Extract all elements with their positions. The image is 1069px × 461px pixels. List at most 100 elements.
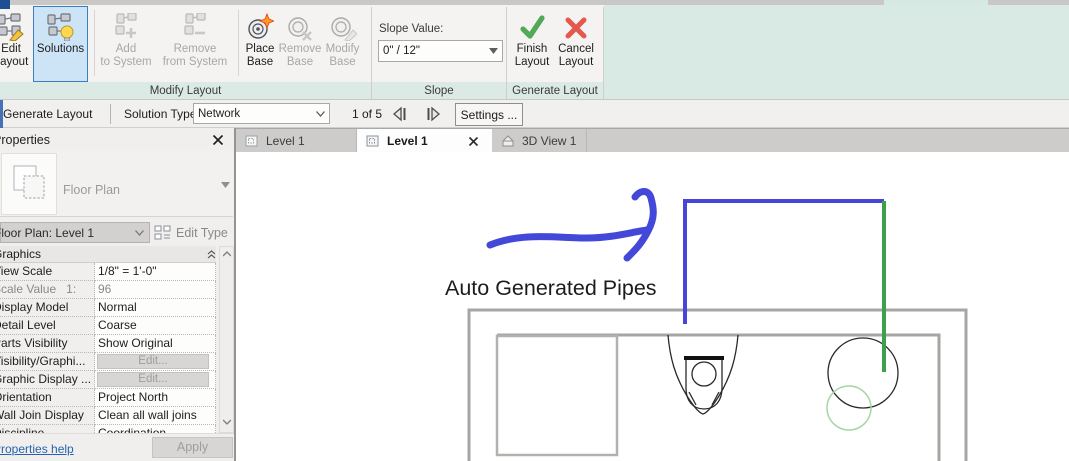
app-corner-fragment	[0, 0, 10, 9]
options-separator	[110, 104, 111, 124]
edit-type-icon	[154, 225, 171, 240]
property-value[interactable]: Normal	[95, 299, 216, 317]
property-row[interactable]: Orientation Project North	[0, 389, 216, 407]
instance-selector-value: Floor Plan: Level 1	[0, 226, 94, 240]
type-selector[interactable]: Floor Plan	[0, 151, 233, 217]
tab-level-1[interactable]: Level 1	[236, 129, 357, 153]
active-tab-strip	[884, 0, 988, 5]
remove-from-system-label-1: Remove	[174, 43, 217, 55]
remove-base-label-1: Remove	[279, 43, 322, 55]
property-row[interactable]: Discipline Coordination	[0, 425, 216, 433]
chevron-down-icon	[135, 230, 144, 236]
close-tab-icon[interactable]	[468, 136, 479, 147]
settings-button-label: Settings ...	[461, 108, 518, 122]
property-value[interactable]: Coarse	[95, 317, 216, 335]
drawing-canvas[interactable]: Auto Generated Pipes	[236, 152, 1069, 461]
generate-layout-panel-label: Generate Layout	[507, 82, 603, 99]
property-value[interactable]: Coordination	[95, 425, 216, 433]
property-name: Wall Join Display	[0, 407, 84, 424]
property-value[interactable]: Show Original	[95, 335, 216, 353]
blue-pipe[interactable]	[685, 201, 884, 324]
view-tab-bar: Level 1 Level 1 3D View 1	[236, 128, 1069, 152]
place-base-label-1: Place	[246, 43, 275, 55]
instance-selector[interactable]: Floor Plan: Level 1	[0, 222, 150, 243]
remove-base-button[interactable]: Remove Base	[280, 7, 320, 81]
type-selector-value: Floor Plan	[63, 183, 120, 197]
settings-button[interactable]: Settings ...	[455, 103, 523, 126]
add-to-system-icon	[112, 7, 140, 41]
floor-plan-icon	[366, 134, 380, 148]
close-properties-icon[interactable]	[212, 133, 224, 151]
property-name: Detail Level	[0, 317, 56, 334]
modify-base-button[interactable]: Modify Base	[321, 7, 364, 81]
remove-from-system-button[interactable]: Remove from System	[156, 7, 234, 81]
graphics-section-header[interactable]: Graphics	[0, 246, 216, 263]
edit-layout-button[interactable]: Edit Layout	[0, 7, 34, 81]
scroll-up-icon[interactable]	[223, 251, 231, 257]
room-rectangle	[497, 336, 617, 455]
property-name: View Scale	[0, 263, 52, 280]
property-name: Orientation	[0, 389, 52, 406]
properties-help-link[interactable]: Properties help	[0, 442, 74, 456]
ribbon-empty-area	[604, 5, 1069, 99]
add-to-system-button[interactable]: Add to System	[98, 7, 154, 81]
property-name: Display Model	[0, 299, 68, 316]
place-base-button[interactable]: Place Base	[241, 7, 279, 81]
property-value[interactable]: Clean all wall joins	[95, 407, 216, 425]
property-row[interactable]: Display Model Normal	[0, 299, 216, 317]
sink-fixture[interactable]	[828, 338, 898, 408]
toilet-fixture[interactable]	[668, 335, 738, 414]
ribbon-separator	[238, 10, 239, 76]
plan-view-drawing: Auto Generated Pipes	[236, 152, 1069, 461]
tab-level-1-active[interactable]: Level 1	[357, 129, 492, 153]
tab-label: Level 1	[266, 134, 305, 148]
floor-plan-type-icon	[2, 154, 56, 214]
edit-button[interactable]: Edit...	[97, 372, 209, 387]
collapse-section-icon[interactable]	[207, 250, 216, 259]
tab-3d-view-1[interactable]: 3D View 1	[492, 129, 587, 153]
solutions-icon	[47, 7, 75, 41]
properties-scrollbar[interactable]	[219, 246, 234, 433]
scroll-down-icon[interactable]	[223, 419, 231, 425]
solutions-label: Solutions	[37, 43, 84, 56]
options-bar: Generate Layout Solution Type Network 1 …	[0, 100, 1069, 128]
place-base-icon	[246, 7, 274, 41]
property-value[interactable]: 1/8" = 1'-0"	[95, 263, 216, 281]
remove-base-label-2: Base	[287, 56, 313, 68]
property-row[interactable]: Detail Level Coarse	[0, 317, 216, 335]
apply-button[interactable]: Apply	[152, 437, 233, 458]
slope-value-dropdown[interactable]: 0" / 12"	[378, 40, 503, 62]
property-row[interactable]: Wall Join Display Clean all wall joins	[0, 407, 216, 425]
property-value[interactable]: Project North	[95, 389, 216, 407]
property-row[interactable]: Parts Visibility Show Original	[0, 335, 216, 353]
solution-type-dropdown[interactable]: Network	[193, 103, 330, 124]
property-name: Visibility/Graphi...	[0, 353, 85, 370]
annotation-arrow	[490, 191, 653, 258]
edit-type-button[interactable]: Edit Type	[154, 222, 233, 243]
tab-label: Level 1	[387, 134, 428, 148]
ribbon-separator	[94, 10, 95, 76]
next-solution-button[interactable]	[420, 104, 446, 129]
slope-panel-label: Slope	[372, 82, 506, 99]
property-row[interactable]: Visibility/Graphi... Edit...	[0, 353, 216, 371]
slope-value-text: 0" / 12"	[383, 45, 420, 57]
tab-label: 3D View 1	[522, 134, 576, 148]
cancel-layout-button[interactable]: Cancel Layout	[554, 7, 598, 81]
property-row[interactable]: Scale Value 1: 96	[0, 281, 216, 299]
modify-base-icon	[329, 7, 357, 41]
finish-layout-button[interactable]: Finish Layout	[511, 7, 553, 81]
annotation-text: Auto Generated Pipes	[445, 276, 657, 300]
property-value: 96	[95, 281, 216, 299]
ribbon: Edit Layout Solutions	[0, 5, 1069, 100]
finish-layout-label-2: Layout	[515, 56, 550, 68]
solutions-button[interactable]: Solutions	[33, 6, 88, 82]
previous-solution-button[interactable]	[388, 104, 413, 129]
wall-outlines	[469, 310, 966, 461]
cancel-layout-label-1: Cancel	[558, 43, 594, 55]
slope-value-label: Slope Value:	[379, 23, 443, 35]
solution-type-value: Network	[198, 108, 240, 120]
modify-base-label-2: Base	[329, 56, 355, 68]
property-row[interactable]: View Scale 1/8" = 1'-0"	[0, 263, 216, 281]
property-row[interactable]: Graphic Display ... Edit...	[0, 371, 216, 389]
edit-button[interactable]: Edit...	[97, 354, 209, 369]
